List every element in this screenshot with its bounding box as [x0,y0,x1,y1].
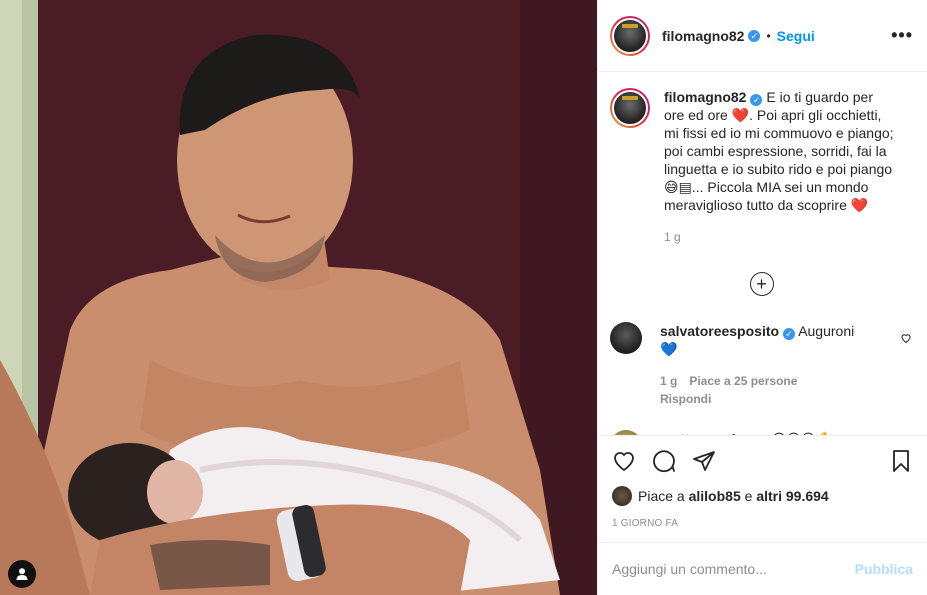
commenter-username[interactable]: matteorestivo [660,431,752,435]
comment-heart-icon[interactable] [899,332,913,344]
baby-face [147,460,203,524]
post-actions: Piace a alilob85 e altri 99.694 1 GIORNO… [598,435,927,542]
post-time[interactable]: 1 GIORNO FA [612,518,913,529]
post-header: filomagno82 ✓ • Segui ••• [598,0,927,72]
photo-illustration [0,0,597,595]
verified-icon: ✓ [750,94,763,106]
post-modal: filomagno82 ✓ • Segui ••• filomagno82 ✓ E… [0,0,927,595]
post-sidebar: filomagno82 ✓ • Segui ••• filomagno82 ✓ E… [597,0,927,595]
author-avatar[interactable] [610,15,650,56]
comment-meta: 1 g Piace a 25 persone Rispondi [660,372,881,408]
caption-username[interactable]: filomagno82 [664,89,746,105]
publish-button[interactable]: Pubblica [855,561,913,577]
comment-text: Auguroni [798,323,855,339]
comment-emoji: 😍😍😍💪 [772,431,833,435]
arm-tattoo [150,540,270,590]
commenter-avatar[interactable] [610,322,642,354]
author-block: filomagno82 ✓ • Segui [662,28,815,44]
comment-time[interactable]: 1 g [660,374,677,388]
verified-icon: ✓ [783,328,796,340]
comment-likes[interactable]: Piace a 25 persone [689,374,797,388]
share-icon[interactable] [692,449,716,473]
separator-dot: • [766,28,771,43]
action-icons [612,446,913,476]
caption-text: filomagno82 ✓ E io ti guardo per ore ed o… [664,88,896,214]
more-icon[interactable]: ••• [891,25,913,46]
add-comment-bar: Pubblica [598,542,927,595]
author-username[interactable]: filomagno82 [662,28,744,44]
heart-emoji: ❤️ [850,197,869,213]
emoji-group: 😅▤ [664,179,692,195]
comment-icon[interactable] [652,449,676,473]
likes-middle: e [740,488,757,504]
heart-emoji: ❤️ [731,107,750,123]
comments-area: filomagno82 ✓ E io ti guardo per ore ed o… [598,72,927,435]
follow-button[interactable]: Segui [777,28,815,44]
likes-prefix: Piace a [638,488,689,504]
likes-summary: Piace a alilob85 e altri 99.694 [612,486,913,506]
comment-item: salvatoreesposito ✓ Auguroni 💙 1 g Piace a… [610,322,913,408]
user-tag-icon [16,568,28,580]
add-icon[interactable]: + [749,272,774,296]
load-more: + [610,272,913,296]
post-photo[interactable] [0,0,597,595]
reply-button[interactable]: Rispondi [660,392,711,406]
heart-icon[interactable] [612,449,636,473]
caption-text-3: ... Piccola MIA sei un mondo meraviglios… [664,179,869,213]
commenter-username[interactable]: salvatoreesposito [660,323,779,339]
liker-avatar[interactable] [612,486,632,506]
comment-input[interactable] [612,561,855,577]
liker-username[interactable]: alilob85 [689,488,741,504]
verified-icon: ✓ [748,29,761,42]
caption-time[interactable]: 1 g [664,230,896,244]
comment-item: matteorestivo✓ 😍😍😍💪 [610,430,913,435]
likes-others[interactable]: altri 99.694 [756,488,828,504]
user-tag-button[interactable] [8,560,36,588]
save-icon[interactable] [889,449,913,473]
commenter-avatar[interactable] [610,430,642,435]
caption: filomagno82 ✓ E io ti guardo per ore ed o… [610,88,913,244]
comment-emoji: 💙 [660,341,678,357]
caption-avatar[interactable] [610,88,650,128]
